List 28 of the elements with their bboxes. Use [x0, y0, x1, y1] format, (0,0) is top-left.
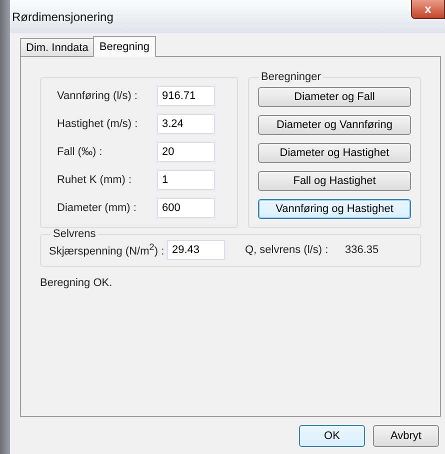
input-field[interactable]: 20: [157, 142, 215, 162]
calculate-button[interactable]: Diameter og Hastighet: [258, 143, 411, 163]
input-field[interactable]: 916.71: [157, 86, 215, 106]
calculate-button[interactable]: Diameter og Fall: [258, 87, 411, 107]
calculate-button[interactable]: Fall og Hastighet: [258, 171, 411, 191]
field-label: Vannføring (l/s) :: [57, 90, 138, 102]
window-title: Rørdimensjonering: [12, 10, 114, 24]
input-field[interactable]: 29.43: [167, 240, 225, 260]
group-title: Beregninger: [259, 71, 323, 83]
calculate-button[interactable]: Vannføring og Hastighet: [258, 199, 411, 219]
tab[interactable]: Beregning: [93, 36, 156, 57]
result-value: 336.35: [345, 244, 379, 256]
close-button[interactable]: x: [411, 0, 445, 19]
calculate-button[interactable]: Diameter og Vannføring: [258, 115, 411, 135]
input-field[interactable]: 600: [157, 198, 215, 218]
status-text: Beregning OK.: [40, 277, 114, 289]
input-field[interactable]: 3.24: [157, 114, 215, 134]
field-label: Fall (‰) :: [57, 146, 104, 158]
field-label: Skjærspenning (N/m$^{2}$) :: [49, 242, 166, 258]
tab[interactable]: Dim. Inndata: [20, 38, 94, 56]
dialog-button[interactable]: Avbryt: [373, 425, 439, 447]
field-label: Q, selvrens (l/s) :: [245, 244, 330, 256]
dialog-button[interactable]: OK: [299, 425, 365, 447]
group-title: Selvrens: [51, 228, 98, 240]
field-label: Diameter (mm) :: [57, 202, 138, 214]
input-field[interactable]: 1: [157, 170, 215, 190]
field-label: Hastighet (m/s) :: [57, 118, 139, 130]
field-label: Ruhet K (mm) :: [57, 174, 133, 186]
